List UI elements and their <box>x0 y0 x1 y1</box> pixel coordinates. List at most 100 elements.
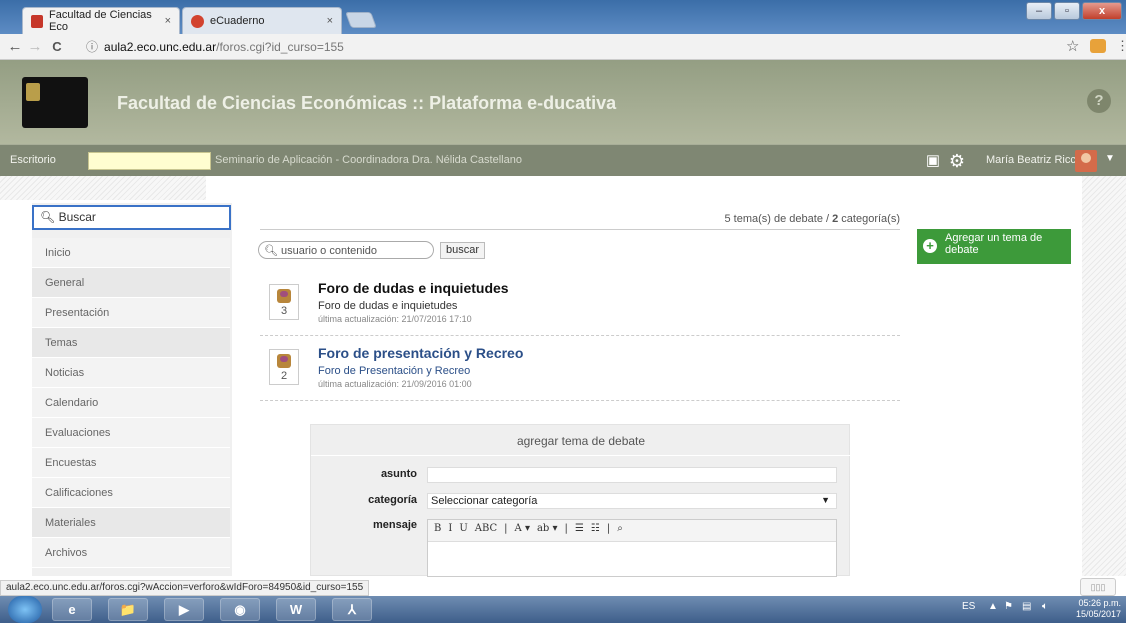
forum-description[interactable]: Foro de Presentación y Recreo <box>318 365 470 377</box>
tab-label: eCuaderno <box>210 15 265 27</box>
sidebar-item-calendario[interactable]: Calendario <box>32 388 230 418</box>
topic-count-prefix: 5 tema(s) de debate / <box>724 213 833 225</box>
category-value: Seleccionar categoría <box>431 495 538 507</box>
plus-icon: + <box>923 239 937 253</box>
site-title: Facultad de Ciencias Económicas :: Plata… <box>117 93 617 113</box>
search-button[interactable]: buscar <box>440 242 485 259</box>
ie-icon[interactable]: e <box>52 598 92 621</box>
clock-date: 15/05/2017 <box>1075 609 1121 619</box>
search-icon: 🔍︎ <box>40 210 56 224</box>
toolbar-button[interactable]: A ▾ <box>515 523 530 534</box>
bookmark-star-icon[interactable]: ☆ <box>1066 37 1079 55</box>
folder-icon[interactable]: 📁 <box>108 598 148 621</box>
toolbar-button[interactable]: U <box>459 523 467 534</box>
toolbar-separator: | <box>606 523 611 534</box>
add-topic-form: agregar tema de debate asunto categoría … <box>310 424 851 577</box>
reload-icon[interactable]: C <box>48 38 66 56</box>
course-title[interactable]: Seminario de Aplicación - Coordinadora D… <box>215 154 522 166</box>
media-player-icon[interactable]: ▶ <box>164 598 204 621</box>
site-favicon-icon <box>31 14 44 28</box>
info-icon[interactable]: ⓘ <box>86 40 98 54</box>
taskbar: e 📁 ▶ ◉ W ⅄ ES ▲ ⚑ ▤ 🔈︎ 05:26 p.m. 15/05/2017 <box>0 596 1126 623</box>
clock[interactable]: 05:26 p.m. 15/05/2017 <box>1065 598 1121 620</box>
language-indicator[interactable]: ES <box>962 601 975 612</box>
forum-icon <box>277 354 291 368</box>
toolbar-button[interactable]: ab ▾ <box>537 523 558 534</box>
forward-icon[interactable]: → <box>26 38 44 56</box>
chrome-icon[interactable]: ◉ <box>220 598 260 621</box>
tab-close-icon[interactable]: × <box>327 15 333 27</box>
chevron-down-icon[interactable]: ▼ <box>1105 153 1115 164</box>
minimize-button[interactable]: – <box>1026 2 1052 20</box>
message-editor[interactable]: B I U ABC | A ▾ ab ▾ | ☰ ☷ | ⌕ <box>427 519 837 577</box>
escritorio-link[interactable]: Escritorio <box>10 154 56 166</box>
flag-icon[interactable]: ⚑ <box>1004 601 1013 612</box>
url-path: /foros.cgi?id_curso=155 <box>216 40 344 54</box>
sidebar-item-materiales[interactable]: Materiales <box>32 508 230 538</box>
toolbar-button[interactable]: ☷ <box>591 523 600 534</box>
add-topic-button[interactable]: + Agregar un tema de debate <box>917 229 1071 264</box>
browser-titlebar: Facultad de Ciencias Eco × eCuaderno × –… <box>0 0 1126 34</box>
toolbar-button[interactable]: ABC <box>475 523 497 534</box>
start-button[interactable] <box>8 596 42 623</box>
topic-count: 5 tema(s) de debate / 2 categoría(s) <box>260 213 901 225</box>
toolbar-button[interactable]: I <box>448 523 452 534</box>
pdf-icon[interactable]: ⅄ <box>332 598 372 621</box>
sidebar-item-temas[interactable]: Temas <box>32 328 230 358</box>
url-field[interactable]: ⓘ aula2.eco.unc.edu.ar/foros.cgi?id_curso… <box>86 38 1086 56</box>
course-selector[interactable] <box>88 152 211 170</box>
divider <box>311 455 851 456</box>
word-icon[interactable]: W <box>276 598 316 621</box>
ie-favicon-icon <box>191 14 204 28</box>
extension-icon[interactable] <box>1090 39 1106 53</box>
forum-badge: 2 <box>269 349 299 385</box>
sidebar-item-archivos[interactable]: Archivos <box>32 538 230 568</box>
clock-time: 05:26 p.m. <box>1078 598 1121 608</box>
sidebar-item-evaluaciones[interactable]: Evaluaciones <box>32 418 230 448</box>
sidebar-item-encuestas[interactable]: Encuestas <box>32 448 230 478</box>
tab-facultad[interactable]: Facultad de Ciencias Eco × <box>22 7 180 34</box>
decorative-stripe-right <box>1082 176 1126 576</box>
url-host: aula2.eco.unc.edu.ar <box>104 40 217 54</box>
forum-search-input[interactable]: 🔍︎ usuario o contenido <box>258 241 434 259</box>
gear-icon[interactable]: ⚙ <box>948 152 966 170</box>
back-icon[interactable]: ← <box>6 38 24 56</box>
toolbar-button[interactable]: ☰ <box>575 523 584 534</box>
tab-close-icon[interactable]: × <box>165 15 171 27</box>
toolbar-button[interactable]: ⌕ <box>617 523 623 534</box>
sidebar-item-noticias[interactable]: Noticias <box>32 358 230 388</box>
decorative-stripe-left <box>0 176 206 200</box>
network-icon[interactable]: ▤ <box>1022 601 1031 612</box>
close-window-button[interactable]: x <box>1082 2 1122 20</box>
maximize-button[interactable]: ▫ <box>1054 2 1080 20</box>
forum-updated: última actualización: 21/07/2016 17:10 <box>318 314 472 324</box>
toolbar-button[interactable]: B <box>434 523 441 534</box>
volume-icon[interactable]: 🔈︎ <box>1042 601 1048 612</box>
new-tab-button[interactable] <box>345 12 377 28</box>
category-select[interactable]: Seleccionar categoría ▼ <box>427 493 837 509</box>
forum-title[interactable]: Foro de presentación y Recreo <box>318 345 523 361</box>
sidebar-search-input[interactable]: 🔍︎ Buscar <box>32 205 231 230</box>
help-icon[interactable]: ? <box>1087 89 1111 113</box>
tray-expand-icon[interactable]: ▲ <box>988 601 998 612</box>
forum-title[interactable]: Foro de dudas e inquietudes <box>318 280 509 296</box>
sidebar-item-presentaci-n[interactable]: Presentación <box>32 298 230 328</box>
sidebar-item-inicio[interactable]: Inicio <box>32 238 230 268</box>
faculty-logo[interactable] <box>22 77 88 128</box>
user-name[interactable]: María Beatriz Ricci <box>986 154 1078 166</box>
forum-item: 2 Foro de presentación y Recreo Foro de … <box>260 345 900 401</box>
course-navbar: Escritorio Seminario de Aplicación - Coo… <box>0 144 1126 176</box>
forum-updated: última actualización: 21/09/2016 01:00 <box>318 379 472 389</box>
forum-description: Foro de dudas e inquietudes <box>318 300 458 312</box>
sidebar-item-calificaciones[interactable]: Calificaciones <box>32 478 230 508</box>
corner-button[interactable]: ▯▯▯ <box>1080 578 1116 596</box>
forum-badge: 3 <box>269 284 299 320</box>
briefcase-icon[interactable]: ▣ <box>924 152 942 170</box>
tab-ecuaderno[interactable]: eCuaderno × <box>182 7 342 34</box>
subject-input[interactable] <box>427 467 837 483</box>
tab-label: Facultad de Ciencias Eco <box>49 9 152 33</box>
sidebar-item-general[interactable]: General <box>32 268 230 298</box>
browser-menu-icon[interactable]: ⋮ <box>1116 38 1126 54</box>
avatar[interactable] <box>1075 150 1097 172</box>
forum-count: 2 <box>280 370 288 382</box>
